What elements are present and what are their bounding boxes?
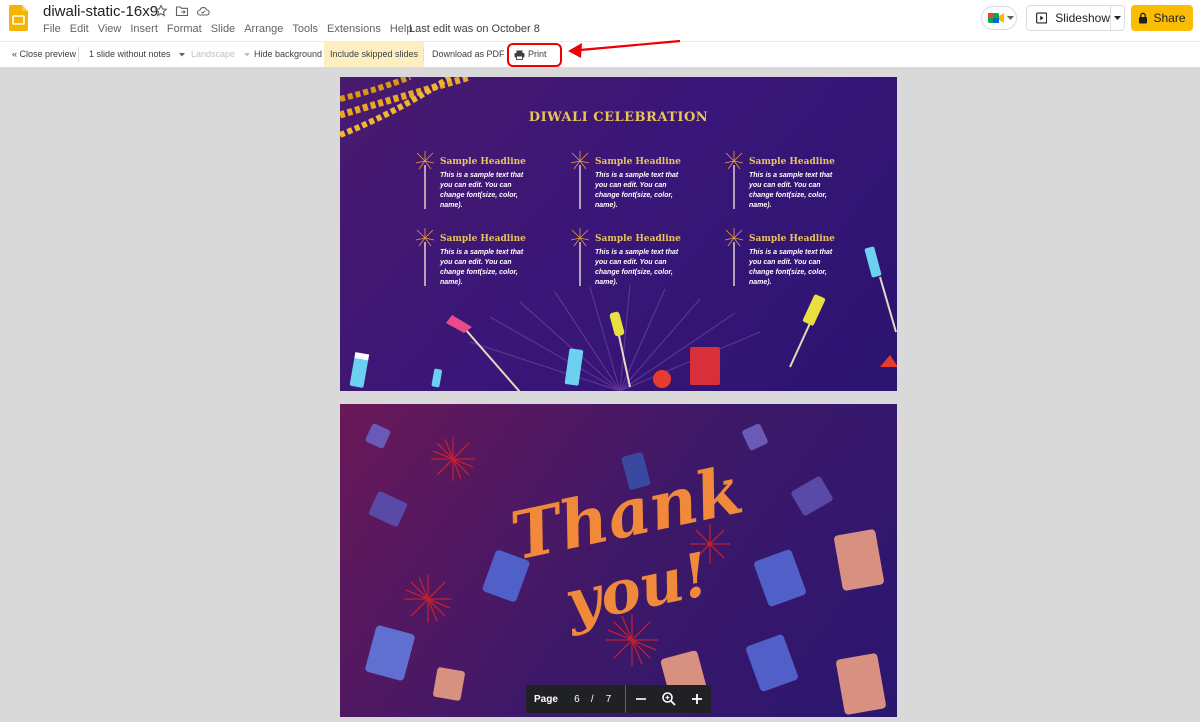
share-button[interactable]: Share [1131, 5, 1193, 31]
menu-item-view[interactable]: View [98, 23, 122, 35]
last-edit-status[interactable]: Last edit was on October 8 [409, 23, 540, 35]
page-navigator: Page 6 / 7 [526, 685, 711, 713]
chevron-down-icon [243, 52, 250, 57]
menu-item-tools[interactable]: Tools [292, 23, 318, 35]
chevron-down-icon [1007, 16, 1014, 20]
slide-preview-thank-you: Thank you! [340, 404, 897, 717]
zoom-in-icon[interactable] [689, 691, 705, 707]
present-icon [1036, 12, 1048, 24]
sparkler-icon [724, 228, 744, 286]
sparkler-icon [724, 151, 744, 209]
slideshow-dropdown[interactable] [1111, 6, 1124, 30]
zoom-icon[interactable] [661, 691, 677, 707]
star-icon[interactable] [154, 4, 168, 18]
item-headline: Sample Headline [595, 157, 681, 167]
item-headline: Sample Headline [440, 234, 526, 244]
item-headline: Sample Headline [440, 157, 526, 167]
item-body: This is a sample text that you can edit.… [749, 172, 833, 209]
download-pdf-button[interactable]: Download as PDF [432, 42, 505, 67]
include-skipped-slides-button[interactable]: Include skipped slides [324, 42, 425, 67]
sparkler-icon [570, 151, 590, 209]
pagenav-divider [625, 685, 626, 713]
slideshow-button[interactable]: Slideshow [1027, 6, 1111, 30]
menu-item-file[interactable]: File [43, 23, 61, 35]
page-separator: / [590, 693, 594, 705]
menu-item-edit[interactable]: Edit [70, 23, 89, 35]
item-headline: Sample Headline [749, 234, 835, 244]
cloud-status-icon[interactable] [196, 4, 210, 18]
menu-item-extensions[interactable]: Extensions [327, 23, 381, 35]
item-body: This is a sample text that you can edit.… [595, 172, 679, 209]
meet-icon [988, 13, 1004, 23]
close-preview-button[interactable]: « Close preview [12, 42, 76, 67]
menu-item-slide[interactable]: Slide [211, 23, 235, 35]
toolbar-divider [423, 47, 424, 62]
slideshow-label: Slideshow [1055, 11, 1110, 25]
lock-icon [1139, 12, 1148, 24]
item-headline: Sample Headline [749, 157, 835, 167]
share-label: Share [1153, 11, 1186, 25]
menu-item-format[interactable]: Format [167, 23, 202, 35]
hide-background-button[interactable]: Hide background [254, 42, 322, 67]
meet-button[interactable] [981, 6, 1017, 30]
garland-icon [340, 77, 471, 138]
menu-item-arrange[interactable]: Arrange [244, 23, 283, 35]
item-body: This is a sample text that you can edit.… [749, 249, 833, 286]
chevron-down-icon [1114, 15, 1121, 20]
layout-dropdown[interactable]: 1 slide without notes [89, 42, 186, 67]
layout-label: 1 slide without notes [89, 49, 171, 59]
orientation-label: Landscape [191, 49, 236, 59]
zoom-out-icon[interactable] [633, 691, 649, 707]
chevron-down-icon [179, 52, 186, 57]
menu-item-insert[interactable]: Insert [130, 23, 158, 35]
move-folder-icon[interactable] [175, 4, 189, 18]
sparkler-icon [570, 228, 590, 286]
toolbar-divider [78, 47, 79, 62]
item-headline: Sample Headline [595, 234, 681, 244]
doc-title[interactable]: diwali-static-16x9 [43, 3, 158, 20]
app-header: diwali-static-16x9 File Edit View Insert For… [0, 0, 1200, 41]
orientation-dropdown[interactable]: Landscape [191, 42, 250, 67]
annotation-arrow-icon [568, 39, 681, 58]
slide-preview-diwali: DIWALI CELEBRATION Sample Headline This i… [340, 77, 897, 391]
item-body: This is a sample text that you can edit.… [440, 172, 524, 209]
print-highlight-annotation [507, 43, 562, 67]
menu-bar: File Edit View Insert Format Slide Arrange Tool… [43, 23, 421, 35]
sparkler-icon [415, 151, 435, 209]
item-body: This is a sample text that you can edit.… [440, 249, 524, 286]
slide-title: DIWALI CELEBRATION [528, 110, 709, 125]
page-label: Page [534, 693, 558, 705]
slideshow-button-group: Slideshow [1026, 5, 1125, 31]
page-current-input[interactable]: 6 [572, 694, 582, 705]
slides-logo-icon[interactable] [9, 5, 28, 31]
page-total: 7 [605, 693, 612, 705]
sparkler-icon [415, 228, 435, 286]
item-body: This is a sample text that you can edit.… [595, 249, 679, 286]
